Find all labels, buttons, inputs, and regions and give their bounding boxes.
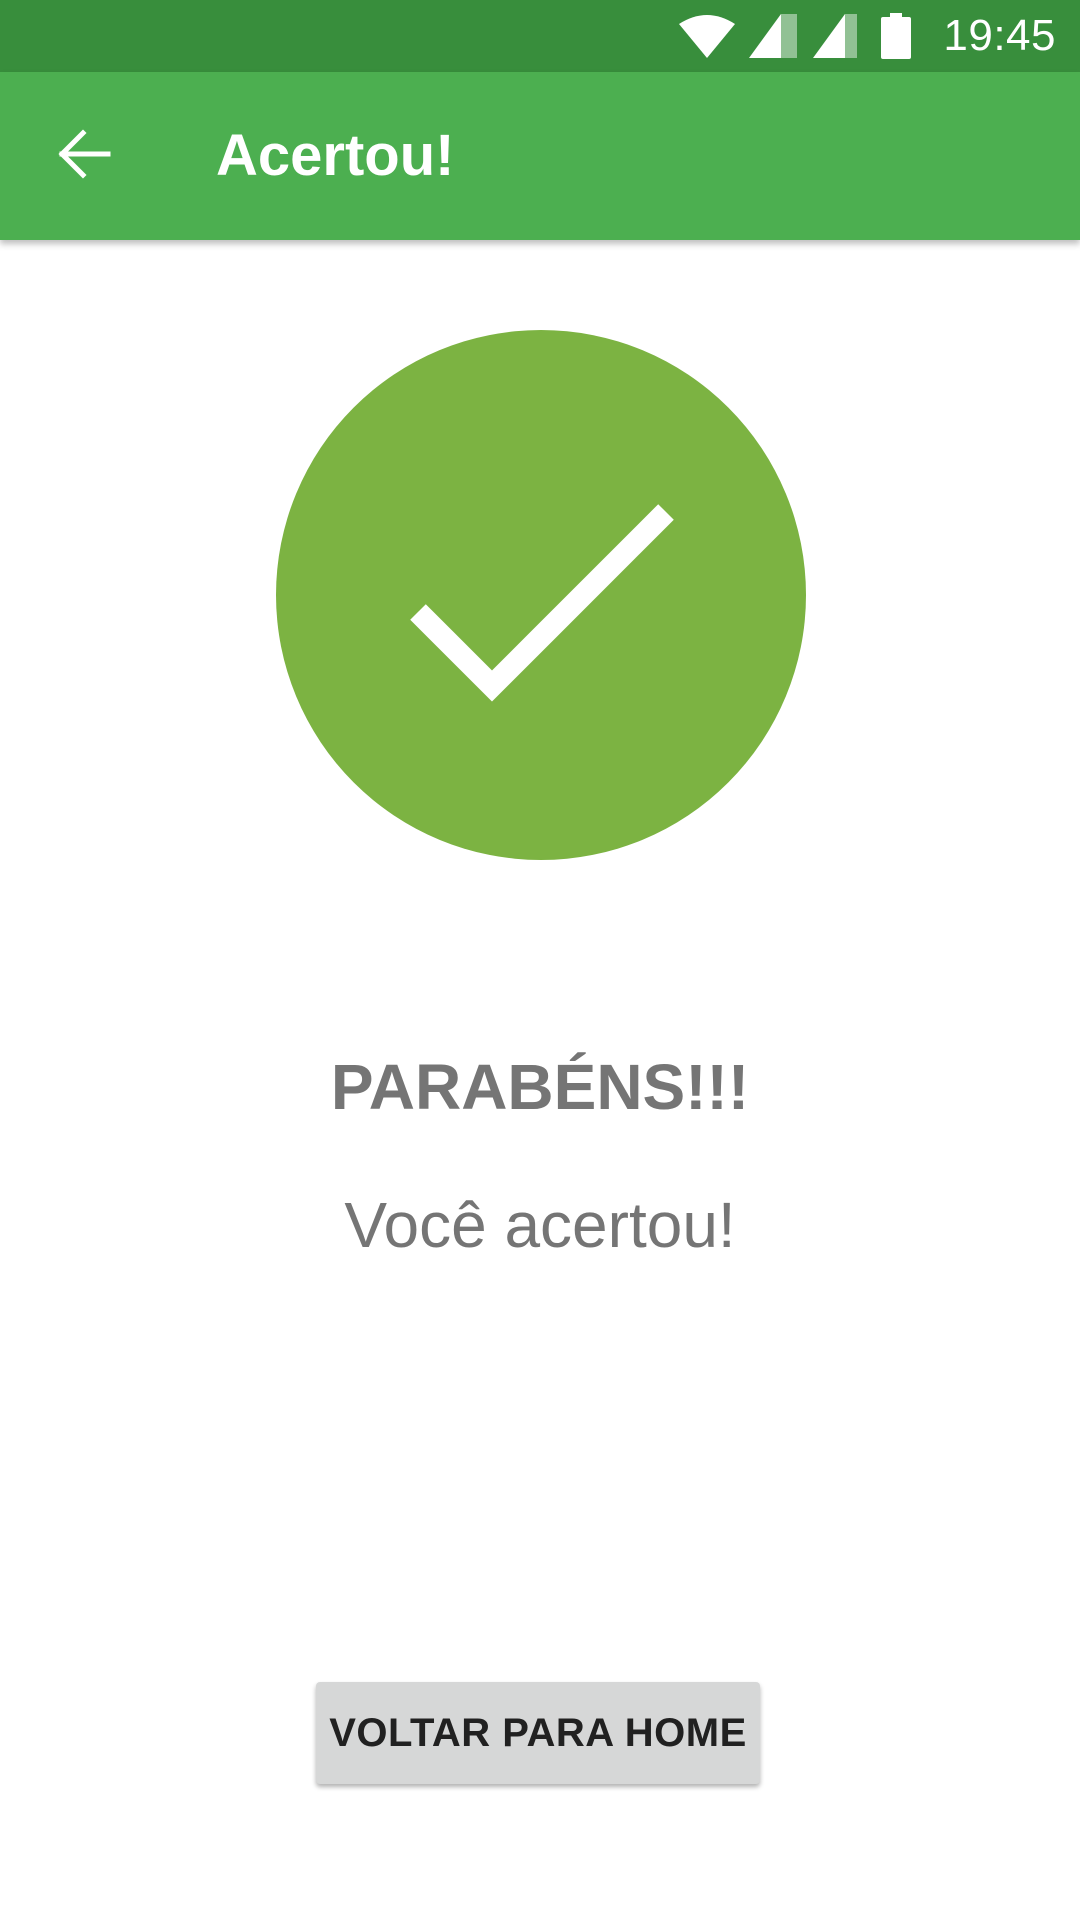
status-time: 19:45 bbox=[943, 11, 1056, 60]
success-circle bbox=[276, 330, 806, 860]
signal-icon-secondary bbox=[813, 14, 859, 58]
result-message: Você acertou! bbox=[344, 1189, 736, 1261]
status-icons: 19:45 bbox=[679, 0, 1056, 72]
congrats-heading: PARABÉNS!!! bbox=[330, 1051, 750, 1123]
arrow-back-icon bbox=[56, 126, 112, 187]
back-button[interactable] bbox=[36, 108, 132, 204]
signal-icon bbox=[749, 14, 798, 58]
wifi-icon bbox=[679, 14, 736, 58]
battery-icon bbox=[881, 13, 912, 59]
app-bar: Acertou! bbox=[0, 72, 1080, 240]
success-screen: 19:45 Acertou! PARABÉNS!!! Você acertou!… bbox=[0, 0, 1080, 1920]
status-bar: 19:45 bbox=[0, 0, 1080, 72]
page-title: Acertou! bbox=[216, 123, 455, 188]
back-to-home-button[interactable]: VOLTAR PARA HOME bbox=[316, 1682, 760, 1784]
